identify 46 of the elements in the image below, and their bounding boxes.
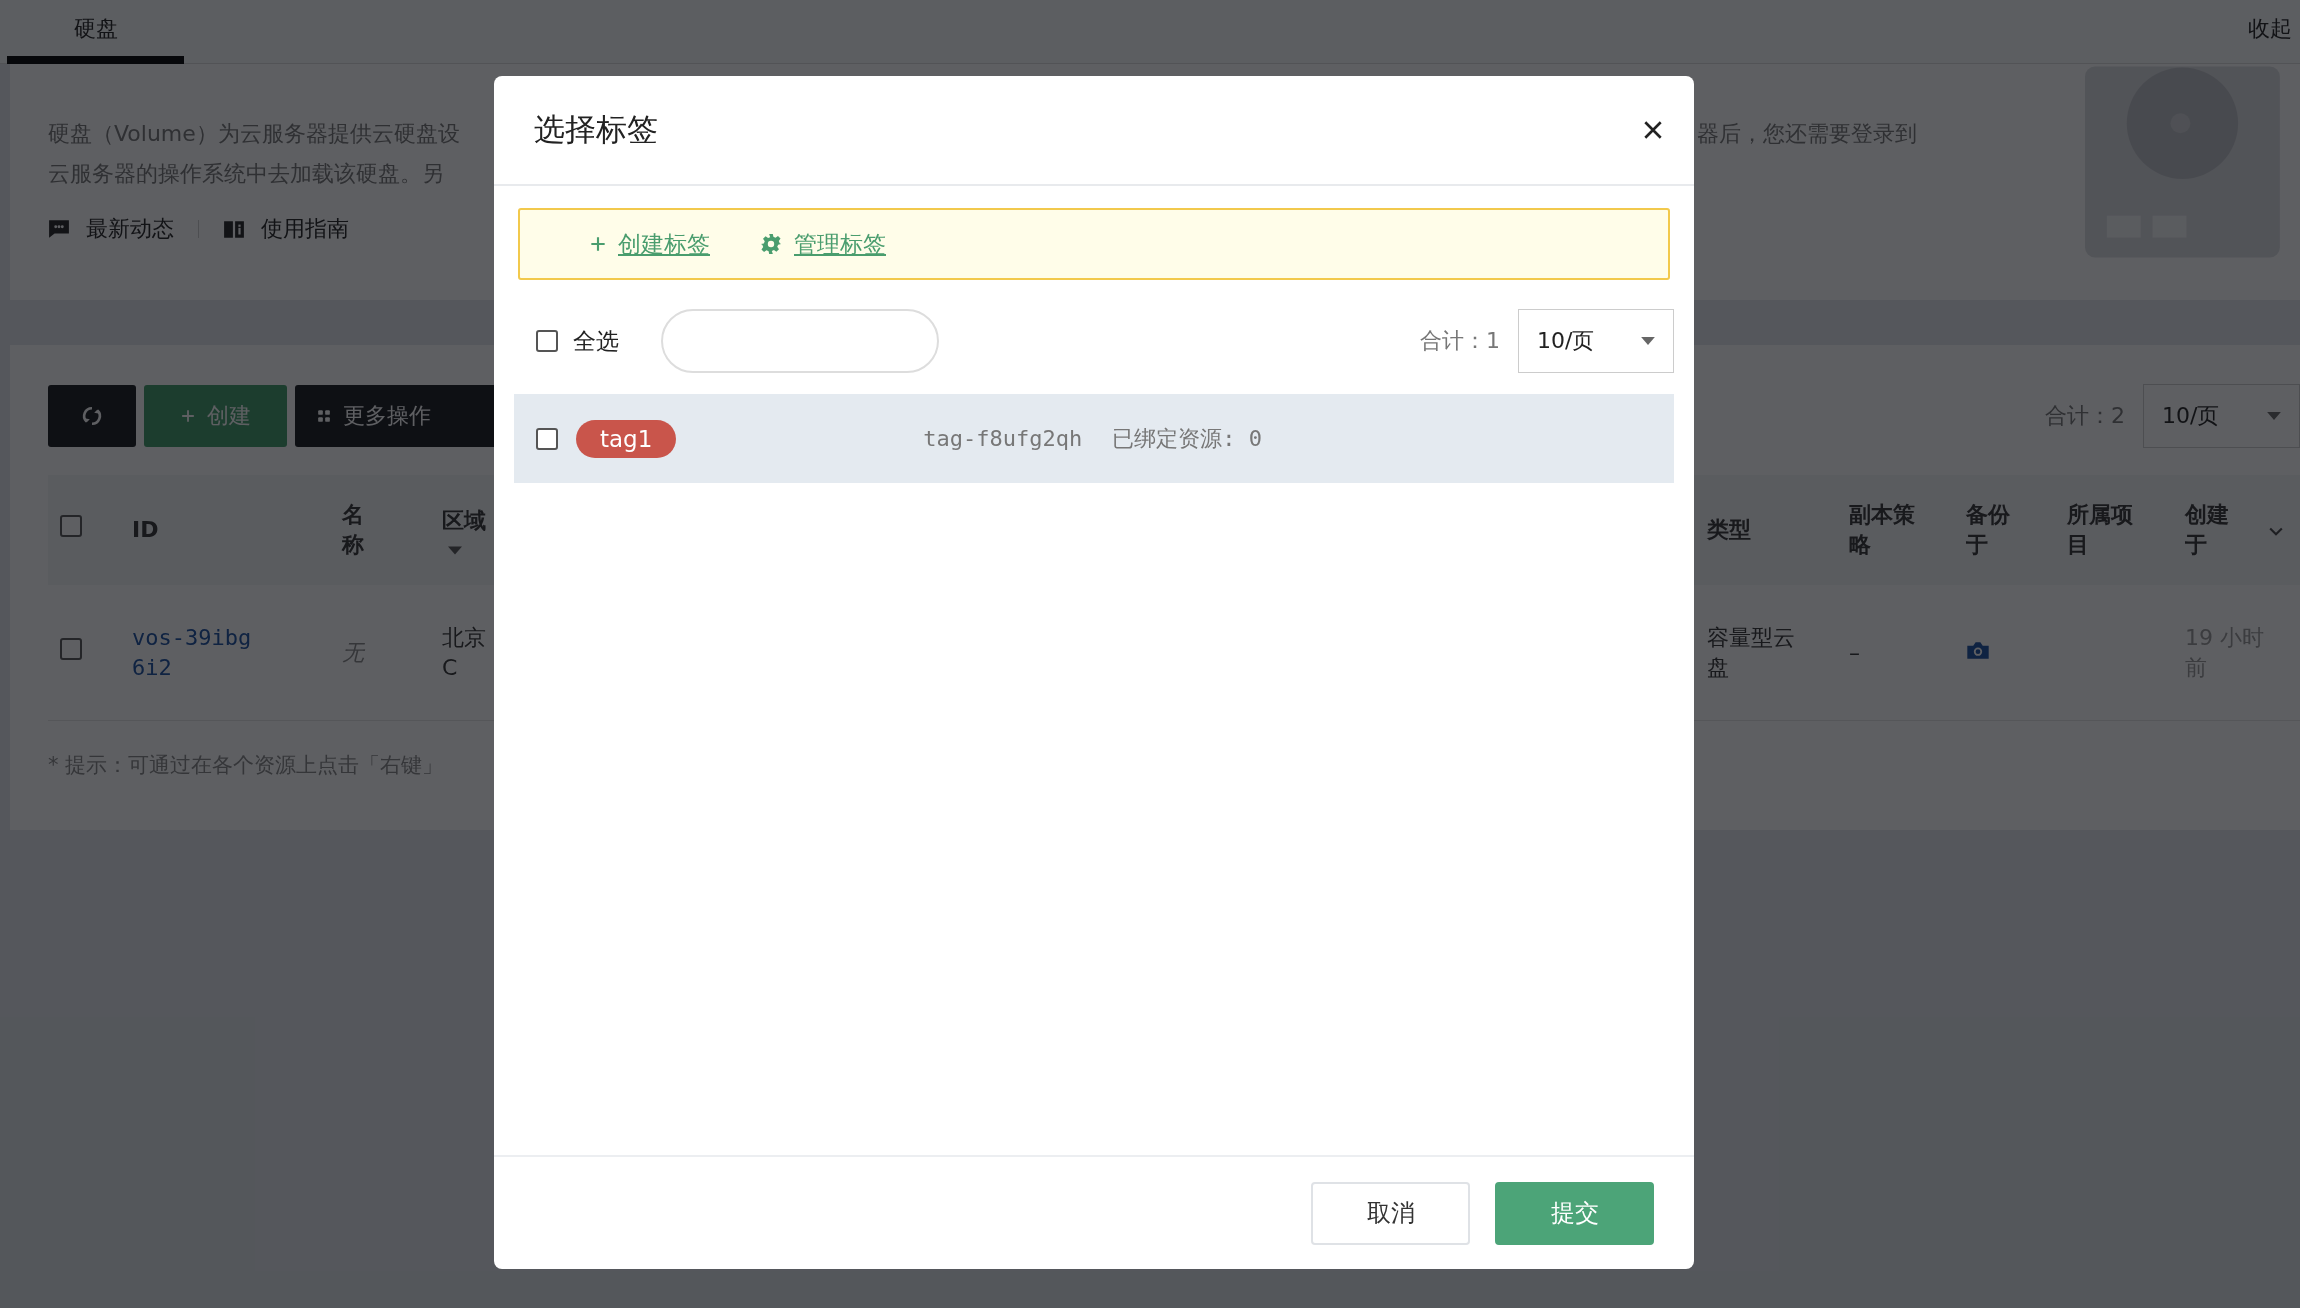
settings-icon xyxy=(760,233,782,255)
total-count: 合计：1 xyxy=(1420,327,1500,355)
column-header[interactable]: ID xyxy=(132,515,330,545)
page-size-select[interactable]: 10/页 xyxy=(2143,384,2300,448)
intro-link[interactable]: 最新动态 xyxy=(86,214,174,244)
tag-action-link[interactable]: 创建标签 xyxy=(618,228,710,260)
collapse-link[interactable]: 收起 xyxy=(2248,0,2300,44)
column-header[interactable]: 名称 xyxy=(342,500,366,560)
dialog-title: 选择标签 xyxy=(534,110,659,149)
plus-icon xyxy=(180,409,195,423)
chat-icon xyxy=(48,219,70,239)
table-cell-text: 北京 C xyxy=(442,623,487,682)
chevron-icon[interactable] xyxy=(2269,527,2283,537)
book-icon xyxy=(223,219,245,239)
filter-icon[interactable] xyxy=(448,545,462,555)
column-header[interactable]: 备份于 xyxy=(1966,500,2014,560)
refresh-button[interactable] xyxy=(48,385,136,447)
checkbox[interactable] xyxy=(536,427,558,450)
column-header[interactable]: 创建于 xyxy=(2185,500,2233,560)
plus-icon xyxy=(590,236,606,252)
checkbox[interactable] xyxy=(536,330,558,352)
checkbox[interactable] xyxy=(60,637,82,660)
refresh-icon xyxy=(81,405,103,427)
camera-icon[interactable] xyxy=(1966,640,1990,660)
column-header[interactable]: 区域 xyxy=(442,505,490,536)
column-header[interactable]: 类型 xyxy=(1707,515,1807,545)
close-icon[interactable] xyxy=(1642,119,1664,141)
select-all-label[interactable]: 全选 xyxy=(573,325,619,357)
table-cell-text: 容量型云盘 xyxy=(1707,623,1796,682)
page-size-select[interactable]: 10/页 xyxy=(1518,309,1674,373)
column-header[interactable]: 副本策略 xyxy=(1849,500,1919,560)
submit-button[interactable]: 提交 xyxy=(1495,1181,1654,1245)
tag-label: tag1 xyxy=(576,419,677,458)
table-cell: – xyxy=(1849,639,1860,665)
intro-link[interactable]: 使用指南 xyxy=(261,214,349,244)
create-button[interactable]: 创建 xyxy=(144,385,287,447)
volume-id-link[interactable]: vos-39ibg6i2 xyxy=(132,622,262,683)
checkbox[interactable] xyxy=(60,515,82,537)
caret-icon xyxy=(2267,412,2281,420)
tag-action-link[interactable]: 管理标签 xyxy=(794,228,886,260)
cancel-button[interactable]: 取消 xyxy=(1311,1181,1470,1245)
bound-count: 已绑定资源: 0 xyxy=(1112,424,1263,453)
tag-row[interactable]: tag1 tag-f8ufg2qh 已绑定资源: 0 xyxy=(514,394,1674,483)
column-header[interactable]: 所属项目 xyxy=(2067,500,2137,560)
tag-id: tag-f8ufg2qh xyxy=(923,426,1083,451)
grid-icon xyxy=(317,409,331,423)
